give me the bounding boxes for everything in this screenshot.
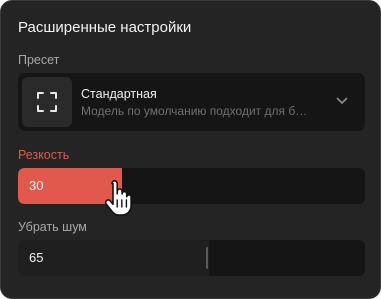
denoise-label: Убрать шум [18,220,87,234]
chevron-down-icon[interactable] [336,97,348,105]
preset-label: Пресет [18,53,60,67]
denoise-slider[interactable]: 65 [18,240,365,276]
preset-thumbnail [22,77,72,127]
preset-name: Стандартная [81,87,157,101]
denoise-slider-handle[interactable] [206,247,208,269]
panel-title: Расширенные настройки [18,19,192,36]
preset-select[interactable]: Стандартная Модель по умолчанию подходит… [18,73,365,131]
sharpness-label: Резкость [18,148,70,162]
sharpness-value: 30 [29,178,44,193]
preset-description: Модель по умолчанию подходит для бол... [81,104,311,118]
denoise-value: 65 [29,250,44,265]
denoise-slider-fill [18,240,209,276]
advanced-settings-panel: Расширенные настройки Пресет Стандартная… [0,0,381,299]
hand-pointer-icon [104,180,132,216]
sharpness-slider[interactable]: 30 [18,168,365,204]
focus-frame-icon [37,92,57,112]
